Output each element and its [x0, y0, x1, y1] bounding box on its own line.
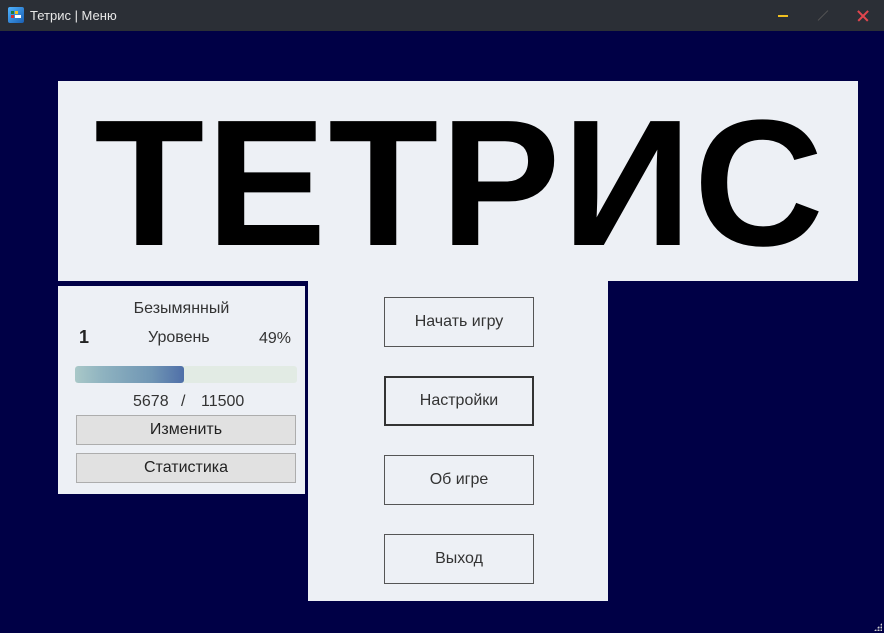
level-number: 1: [79, 327, 90, 347]
close-icon: [857, 10, 869, 22]
tetris-app-icon: [8, 7, 24, 23]
xp-separator: /: [181, 393, 186, 410]
profile-name: Безымянный: [133, 300, 230, 317]
game-title: ТЕТРИС: [94, 83, 826, 284]
maximize-icon: [816, 10, 828, 22]
level-percent: 49%: [259, 330, 292, 347]
start-game-button[interactable]: Начать игру: [384, 297, 534, 347]
minimize-button[interactable]: [763, 0, 803, 31]
main-menu: Начать игру Настройки Об игре Выход: [308, 281, 608, 601]
title-banner: ТЕТРИС: [58, 81, 858, 281]
level-progress-bar: [75, 366, 297, 383]
settings-button[interactable]: Настройки: [384, 376, 534, 426]
close-button[interactable]: [843, 0, 883, 31]
maximize-button[interactable]: [802, 0, 842, 31]
change-profile-button[interactable]: Изменить: [76, 415, 296, 445]
xp-total: 11500: [201, 393, 245, 410]
profile-panel: Безымянный 1 Уровень 49% 5678 / 11500 Из…: [58, 286, 305, 494]
about-button[interactable]: Об игре: [384, 455, 534, 505]
statistics-button[interactable]: Статистика: [76, 453, 296, 483]
exit-button[interactable]: Выход: [384, 534, 534, 584]
level-progress-fill: [75, 366, 184, 383]
resize-grip-icon[interactable]: [874, 623, 882, 631]
window-title: Тетрис | Меню: [30, 8, 117, 23]
title-bar: Тетрис | Меню: [0, 0, 884, 31]
xp-current: 5678: [133, 393, 169, 410]
level-label: Уровень: [148, 329, 210, 346]
minimize-icon: [778, 14, 788, 17]
